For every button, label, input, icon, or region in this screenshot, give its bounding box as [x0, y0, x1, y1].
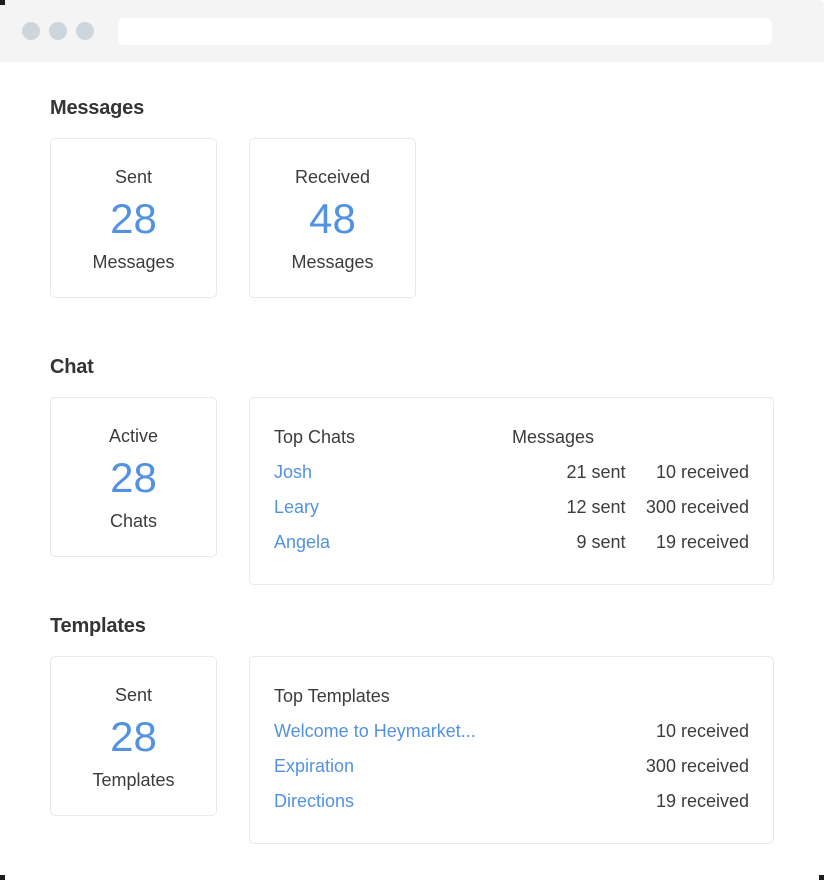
- table-header-row: Top Templates: [274, 679, 749, 714]
- url-input[interactable]: [118, 18, 772, 45]
- close-dot[interactable]: [22, 22, 40, 40]
- stat-card-sent-messages[interactable]: Sent 28 Messages: [50, 138, 217, 298]
- chat-sent-count: 9 sent: [576, 532, 626, 552]
- chat-received-count: 19 received: [655, 532, 749, 552]
- column-header-top-chats: Top Chats: [274, 427, 356, 447]
- window-corner-bottom-right: [819, 875, 824, 880]
- table-row: Josh 21 sent 10 received: [274, 455, 749, 490]
- stat-value: 28: [110, 194, 157, 242]
- stat-card-received-messages[interactable]: Received 48 Messages: [249, 138, 416, 298]
- column-header-blank: [626, 420, 750, 455]
- minimize-dot[interactable]: [49, 22, 67, 40]
- stat-value: 28: [110, 453, 157, 501]
- browser-title-bar: [0, 0, 824, 62]
- stat-label: Received: [294, 166, 371, 187]
- chat-sent-count: 12 sent: [566, 497, 626, 517]
- section-messages: Messages Sent 28 Messages Received 48 Me…: [50, 96, 416, 298]
- template-received-count: 19 received: [655, 791, 749, 811]
- table-row: Leary 12 sent 300 received: [274, 490, 749, 525]
- window-controls: [22, 22, 94, 40]
- stat-unit: Templates: [92, 769, 175, 790]
- template-sent-count: [502, 714, 626, 749]
- chat-received-count: 300 received: [645, 497, 749, 517]
- top-chats-table: Top Chats Messages Josh 21 sent 10 recei…: [274, 420, 749, 560]
- column-header-top-templates: Top Templates: [274, 686, 390, 706]
- stat-label: Sent: [114, 684, 153, 705]
- stat-label: Sent: [114, 166, 153, 187]
- column-header-blank-end: [626, 679, 750, 714]
- window-corner-top-left: [0, 0, 5, 5]
- section-title-chat: Chat: [50, 356, 94, 378]
- messages-card-row: Sent 28 Messages Received 48 Messages: [50, 138, 416, 298]
- section-title-messages: Messages: [50, 97, 145, 119]
- chat-sent-count: 21 sent: [566, 462, 626, 482]
- section-templates: Templates Sent 28 Templates Top Template…: [50, 614, 774, 844]
- template-sent-count: [502, 749, 626, 784]
- template-name-link[interactable]: Directions: [274, 784, 502, 819]
- chat-name-link[interactable]: Leary: [274, 490, 502, 525]
- template-received-count: 300 received: [645, 756, 749, 776]
- maximize-dot[interactable]: [76, 22, 94, 40]
- top-templates-card: Top Templates Welcome to Heymarket... 10…: [249, 656, 774, 844]
- table-row: Expiration 300 received: [274, 749, 749, 784]
- stat-label: Active: [108, 425, 159, 446]
- chat-name-link[interactable]: Angela: [274, 525, 502, 560]
- top-chats-card: Top Chats Messages Josh 21 sent 10 recei…: [249, 397, 774, 585]
- template-name-link[interactable]: Welcome to Heymarket...: [274, 714, 502, 749]
- stat-value: 28: [110, 712, 157, 760]
- stat-unit: Messages: [291, 251, 374, 272]
- table-row: Directions 19 received: [274, 784, 749, 819]
- template-name-link[interactable]: Expiration: [274, 749, 502, 784]
- stat-unit: Messages: [92, 251, 175, 272]
- chat-received-count: 10 received: [655, 462, 749, 482]
- top-templates-table: Top Templates Welcome to Heymarket... 10…: [274, 679, 749, 819]
- chat-card-row: Active 28 Chats Top Chats Messages Josh …: [50, 397, 774, 585]
- column-header-messages: Messages: [512, 427, 595, 447]
- dashboard-body: Messages Sent 28 Messages Received 48 Me…: [0, 62, 824, 880]
- template-received-count: 10 received: [655, 721, 749, 741]
- table-row: Angela 9 sent 19 received: [274, 525, 749, 560]
- table-row: Welcome to Heymarket... 10 received: [274, 714, 749, 749]
- stat-unit: Chats: [109, 510, 158, 531]
- chat-name-link[interactable]: Josh: [274, 455, 502, 490]
- stat-card-sent-templates[interactable]: Sent 28 Templates: [50, 656, 217, 816]
- table-header-row: Top Chats Messages: [274, 420, 749, 455]
- stat-value: 48: [309, 194, 356, 242]
- stat-card-active-chats[interactable]: Active 28 Chats: [50, 397, 217, 557]
- column-header-blank-mid: [502, 679, 626, 714]
- section-title-templates: Templates: [50, 615, 146, 637]
- window-corner-bottom-left: [0, 875, 5, 880]
- templates-card-row: Sent 28 Templates Top Templates Welcome …: [50, 656, 774, 844]
- template-sent-count: [502, 784, 626, 819]
- section-chat: Chat Active 28 Chats Top Chats Messages: [50, 355, 774, 585]
